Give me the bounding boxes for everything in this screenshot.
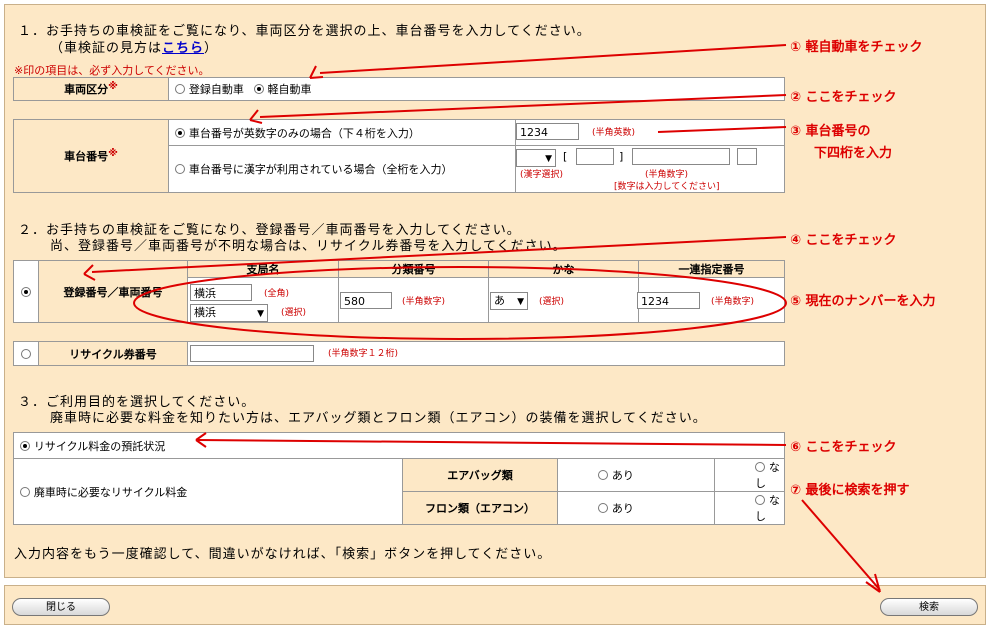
arrow-2-line	[259, 94, 787, 118]
annotation-5: ⑤ 現在のナンバーを入力	[790, 294, 936, 309]
annotation-4: ④ ここをチェック	[790, 233, 897, 248]
annotation-2: ② ここをチェック	[790, 90, 897, 105]
annotation-3-line2: 下四桁を入力	[814, 146, 893, 161]
arrow-6-line	[197, 439, 787, 446]
number-plate-ellipse	[133, 266, 787, 340]
annotation-6: ⑥ ここをチェック	[790, 440, 897, 455]
annotation-1: ① 軽自動車をチェック	[790, 40, 923, 55]
arrow-3-line	[657, 126, 787, 133]
annotation-7: ⑦ 最後に検索を押す	[790, 483, 910, 498]
arrow-7-line	[801, 499, 881, 591]
arrow-1-line	[319, 44, 787, 74]
annotation-3-line1: ③ 車台番号の	[790, 124, 871, 139]
